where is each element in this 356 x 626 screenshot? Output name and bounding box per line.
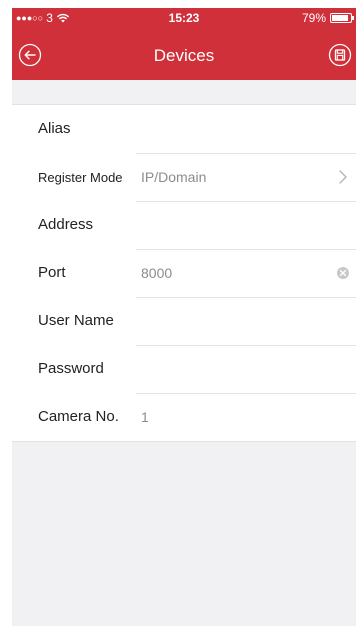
battery-icon — [330, 13, 354, 23]
address-label: Address — [38, 216, 94, 233]
page-title: Devices — [153, 46, 215, 65]
port-label: Port — [38, 264, 66, 281]
register-mode-row[interactable]: Register Mode IP/Domain — [12, 153, 356, 201]
header-bar: ●●●○○ 3 15:23 79% Devices — [12, 8, 356, 80]
camera-no-row[interactable]: Camera No. 1 — [12, 393, 356, 441]
device-form: Alias Register Mode IP/Domain Address Po… — [12, 104, 356, 442]
status-bar: ●●●○○ 3 15:23 79% — [12, 8, 356, 28]
port-field[interactable]: 8000 — [141, 265, 172, 281]
clear-icon[interactable] — [336, 266, 350, 280]
camera-no-field[interactable]: 1 — [141, 409, 149, 425]
user-name-label: User Name — [38, 312, 114, 329]
save-icon[interactable] — [328, 43, 352, 67]
register-mode-value[interactable]: IP/Domain — [141, 169, 206, 185]
register-mode-label: Register Mode — [38, 170, 123, 185]
status-right: 79% — [301, 11, 354, 25]
user-name-row[interactable]: User Name — [12, 297, 356, 345]
chevron-right-icon[interactable] — [338, 169, 348, 185]
device-screen: ●●●○○ 3 15:23 79% Devices Alias Register… — [12, 8, 356, 626]
password-label: Password — [38, 360, 104, 377]
password-row[interactable]: Password — [12, 345, 356, 393]
port-row[interactable]: Port 8000 — [12, 249, 356, 297]
address-row[interactable]: Address — [12, 201, 356, 249]
battery-percent: 79% — [301, 11, 326, 25]
alias-row[interactable]: Alias — [12, 105, 356, 153]
camera-no-label: Camera No. — [38, 408, 119, 425]
alias-label: Alias — [38, 120, 71, 137]
